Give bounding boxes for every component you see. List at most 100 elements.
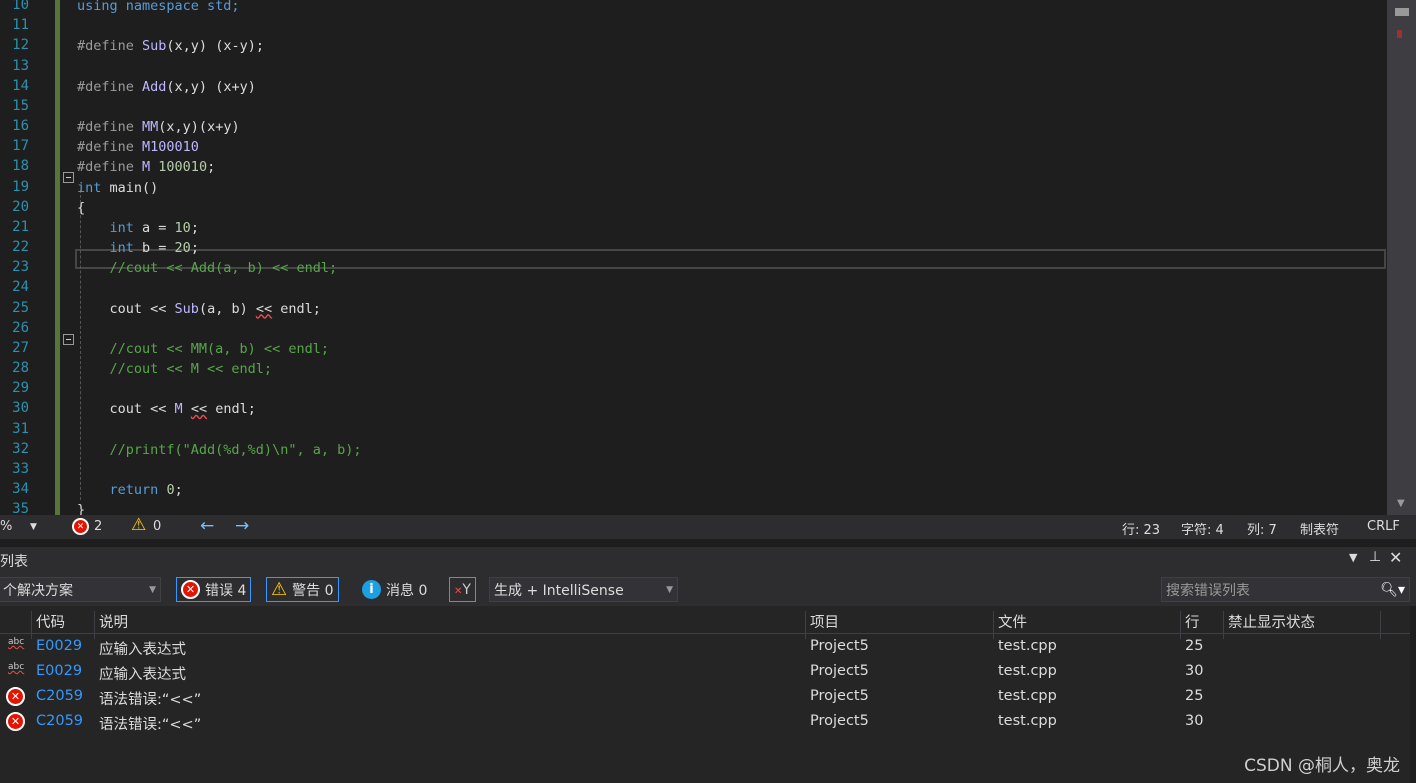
code-line[interactable]: return 0; [77, 482, 183, 498]
line-number: 27 [12, 339, 29, 356]
source-value: 生成 + IntelliSense [494, 582, 624, 599]
source-dropdown[interactable]: 生成 + IntelliSense ▼ [489, 577, 678, 602]
error-icon: ✕ [6, 687, 25, 706]
errors-filter-button[interactable]: ✕ 错误 4 [176, 577, 252, 602]
code-line[interactable]: //printf("Add(%d,%d)\n", a, b); [77, 442, 362, 458]
code-token: #define [77, 78, 143, 95]
watermark: CSDN @桐人，奥龙 [1244, 756, 1400, 776]
code-line[interactable]: #define Sub(x,y) (x-y); [77, 38, 264, 54]
code-editor[interactable]: 10 using namespace std; 11 12 #define Sub(x,… [0, 0, 1416, 515]
collapse-icon[interactable] [63, 334, 74, 345]
search-error-list-input[interactable]: 搜索错误列表 🔍︎▾ [1161, 577, 1410, 602]
warning-count[interactable]: 0 [153, 519, 161, 534]
abc-squiggle-icon: abc [8, 662, 25, 672]
search-icon[interactable]: 🔍︎▾ [1380, 582, 1405, 598]
code-line[interactable]: } [77, 502, 85, 515]
dropdown-icon[interactable]: ▼ [1349, 551, 1357, 564]
vertical-scrollbar[interactable]: ▼ [1387, 0, 1416, 515]
scroll-down-icon[interactable]: ▼ [1397, 498, 1405, 509]
code-token: (x,y) (x+y) [166, 78, 256, 95]
arrow-left-icon[interactable]: ← [200, 516, 214, 536]
error-line: 25 [1185, 638, 1204, 654]
code-token: a = [133, 219, 175, 236]
error-line: 30 [1185, 663, 1204, 679]
messages-filter-button[interactable]: i 消息 0 [358, 577, 431, 602]
error-description: 语法错误:“<<” [99, 717, 202, 733]
chevron-down-icon[interactable]: ▼ [30, 522, 37, 532]
table-row[interactable]: ✕ C2059 语法错误:“<<” Project5 test.cpp 30 [0, 710, 1410, 735]
code-token: (a, b) [198, 300, 256, 317]
line-number: 14 [12, 77, 29, 94]
errors-label: 错误 4 [205, 582, 247, 599]
code-line[interactable]: //cout << M << endl; [77, 361, 273, 377]
error-code-link[interactable]: E0029 [36, 638, 82, 654]
close-icon[interactable]: ✕ [1389, 548, 1402, 567]
clear-filter-button[interactable]: ✕Y [449, 577, 476, 602]
collapse-icon[interactable] [63, 172, 74, 183]
code-token: } [77, 502, 86, 515]
code-token: (x,y)(x+y) [158, 119, 240, 136]
warning-icon: ⚠ [131, 515, 147, 535]
error-file: test.cpp [998, 688, 1057, 704]
col-indicator: 列: 7 [1247, 523, 1277, 538]
error-project: Project5 [810, 663, 869, 679]
warnings-filter-button[interactable]: ⚠ 警告 0 [266, 577, 339, 602]
panel-title: 列表 [0, 554, 28, 570]
line-number: 16 [12, 118, 29, 135]
arrow-right-icon[interactable]: → [235, 516, 249, 536]
code-token: using namespace std; [77, 0, 240, 14]
table-row[interactable]: abc E0029 应输入表达式 Project5 test.cpp 30 [0, 660, 1410, 685]
scope-value: 个解决方案 [3, 582, 73, 599]
code-line[interactable]: using namespace std; [77, 0, 240, 14]
line-number: 18 [12, 158, 29, 175]
table-row[interactable]: ✕ C2059 语法错误:“<<” Project5 test.cpp 25 [0, 685, 1410, 710]
code-line[interactable]: #define Add(x,y) (x+y) [77, 79, 256, 95]
code-line[interactable]: #define M 100010; [77, 159, 215, 175]
code-token: (x,y) (x-y); [166, 38, 264, 55]
line-number: 24 [12, 279, 29, 296]
error-code-link[interactable]: C2059 [36, 713, 83, 729]
line-number: 21 [12, 218, 29, 235]
line-number: 31 [12, 420, 29, 437]
code-token: int [109, 240, 134, 257]
error-project: Project5 [810, 713, 869, 729]
error-code-link[interactable]: E0029 [36, 663, 82, 679]
code-token: endl; [207, 401, 256, 418]
code-token: ; [190, 240, 199, 257]
code-line[interactable]: int b = 20; [77, 240, 199, 256]
code-line[interactable]: //cout << MM(a, b) << endl; [77, 341, 329, 357]
code-token: cout << [77, 401, 175, 418]
chevron-down-icon: ▼ [666, 584, 673, 595]
zoom-level[interactable]: % [0, 519, 12, 534]
warnings-label: 警告 0 [292, 582, 334, 599]
error-code-link[interactable]: C2059 [36, 688, 83, 704]
code-token: //cout << Add(a, b) << endl; [77, 260, 338, 277]
code-token: M [174, 401, 183, 418]
code-token: ; [190, 219, 199, 236]
chevron-down-icon: ▼ [149, 584, 156, 595]
code-token: M [142, 159, 151, 176]
code-line[interactable]: int main() [77, 180, 158, 196]
code-token: 20 [174, 240, 191, 257]
code-line[interactable]: cout << Sub(a, b) << endl; [77, 301, 321, 317]
pin-icon[interactable]: ⊥ [1369, 549, 1381, 565]
code-line[interactable]: #define M100010 [77, 139, 199, 155]
code-line[interactable]: { [77, 200, 85, 216]
code-token: endl; [272, 300, 321, 317]
line-number: 33 [12, 460, 29, 477]
tabs-indicator[interactable]: 制表符 [1300, 519, 1339, 538]
code-line[interactable]: int a = 10; [77, 220, 199, 236]
code-token: M100010 [142, 139, 199, 156]
code-line[interactable]: #define MM(x,y)(x+y) [77, 119, 240, 135]
code-line[interactable]: cout << M << endl; [77, 401, 256, 417]
eol-indicator[interactable]: CRLF [1367, 519, 1400, 534]
table-row[interactable]: abc E0029 应输入表达式 Project5 test.cpp 25 [0, 635, 1410, 660]
line-number: 10 [12, 0, 29, 13]
error-line: 30 [1185, 713, 1204, 729]
code-token: main() [101, 179, 159, 196]
scope-dropdown[interactable]: 个解决方案 ▼ [0, 577, 161, 602]
error-list-toolbar: 个解决方案 ▼ ✕ 错误 4 ⚠ 警告 0 i 消息 0 ✕Y 生成 + Intelli… [0, 573, 1416, 606]
code-line[interactable]: //cout << Add(a, b) << endl; [77, 260, 338, 277]
error-count[interactable]: 2 [94, 519, 102, 534]
